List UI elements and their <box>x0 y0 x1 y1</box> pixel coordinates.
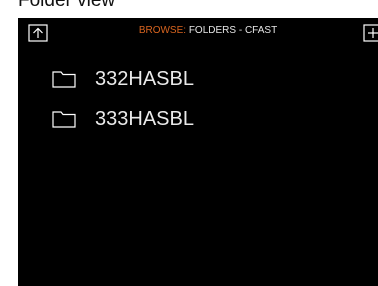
folder-browser-panel: BROWSE: FOLDERS - CFAST 332HASBL 333HASB… <box>18 18 378 286</box>
window-title: Folder view <box>18 0 116 11</box>
folder-name: 333HASBL <box>95 108 194 130</box>
add-icon <box>363 24 378 42</box>
browse-header: BROWSE: FOLDERS - CFAST <box>18 25 378 37</box>
folder-icon <box>52 70 76 88</box>
folder-icon <box>52 110 76 128</box>
browse-prefix: BROWSE: <box>138 25 187 36</box>
add-folder-button[interactable] <box>363 24 378 42</box>
browse-path: FOLDERS - CFAST <box>188 25 278 36</box>
page: Folder view BROWSE: FOLDERS - CFAST 332H… <box>0 0 378 286</box>
folder-list: 332HASBL 333HASBL <box>52 59 194 139</box>
folder-item[interactable]: 333HASBL <box>52 99 194 139</box>
folder-item[interactable]: 332HASBL <box>52 59 194 99</box>
folder-name: 332HASBL <box>95 68 194 90</box>
